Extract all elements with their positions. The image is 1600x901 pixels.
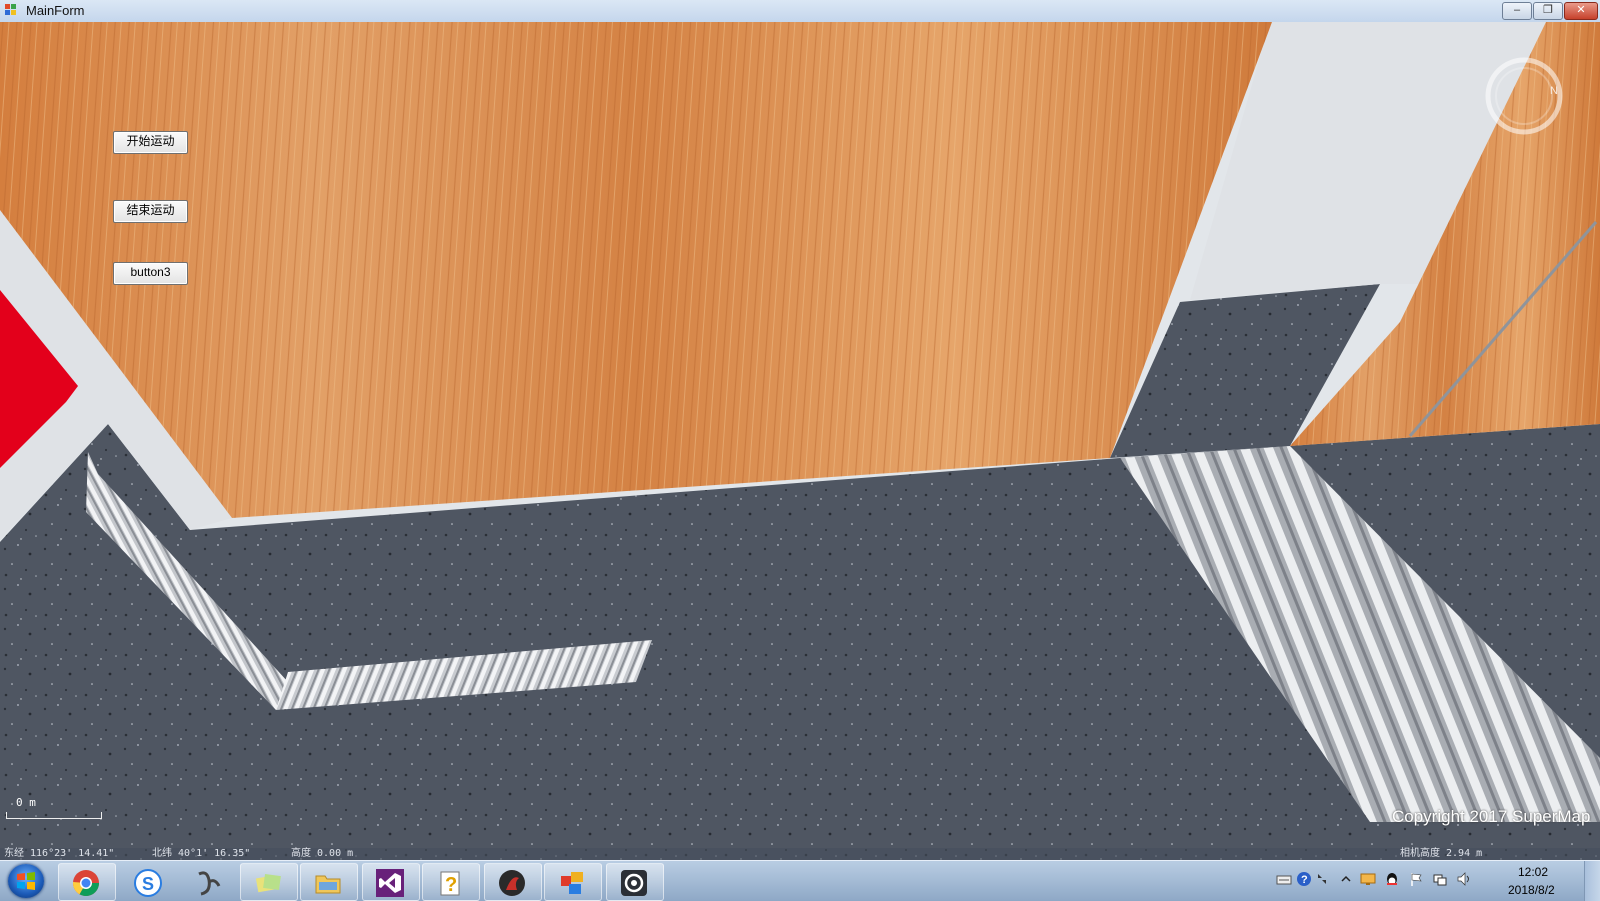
restore-button[interactable]: ❐ [1533,2,1563,20]
action-center-flag-icon[interactable] [1408,871,1424,887]
file-explorer-icon[interactable] [300,863,358,901]
scene-viewport[interactable]: 开始运动 结束运动 button3 N 0 m Copyright 2017 S… [0,22,1600,860]
clock-date[interactable]: 2018/8/2 [1508,883,1555,897]
status-height: 高度 0.00 m [291,848,354,859]
ink-app-icon[interactable] [180,863,238,901]
volume-icon[interactable] [1456,871,1472,887]
monitor-icon[interactable] [1360,871,1376,887]
button3[interactable]: button3 [113,262,188,285]
scene-render [0,22,1600,860]
chrome-icon[interactable] [58,863,116,901]
close-button[interactable]: ✕ [1564,2,1598,20]
svg-text:?: ? [445,874,457,896]
sticky-notes-icon[interactable] [240,863,298,901]
svg-text:?: ? [1301,874,1308,886]
stop-motion-button[interactable]: 结束运动 [113,200,188,223]
scale-bar [6,812,102,819]
keyboard-icon[interactable] [1276,871,1292,887]
status-camera-height: 相机高度 2.94 m [1400,848,1483,859]
qq-icon[interactable] [1384,871,1400,887]
svg-text:S: S [142,874,154,894]
scale-label: 0 m [16,796,36,809]
status-latitude: 北纬 40°1' 16.35" [152,848,251,859]
coordinate-status-bar: 东经 116°23' 14.41" 北纬 40°1' 16.35" 高度 0.0… [0,848,1600,860]
network-icon[interactable] [1432,871,1448,887]
compass-control[interactable]: N [1482,54,1566,138]
clock-time[interactable]: 12:02 [1518,865,1548,879]
window-title-bar[interactable]: MainForm – ❐ ✕ [0,0,1600,23]
copyright-text: Copyright 2017 SuperMap [1392,807,1591,826]
mainform-app-icon[interactable] [606,863,664,901]
supermap-app-icon[interactable] [544,863,602,901]
wood-grain [0,22,1272,518]
show-desktop-button[interactable] [1584,861,1600,901]
compass-north-label: N [1550,85,1558,97]
windows-orb-icon[interactable] [8,864,44,898]
visual-studio-icon[interactable] [362,863,420,901]
start-motion-button[interactable]: 开始运动 [113,131,188,154]
help-icon[interactable]: ? [1296,871,1312,887]
app-icon [5,4,17,16]
media-app-icon[interactable] [484,863,542,901]
status-longitude: 东经 116°23' 14.41" [4,848,115,859]
show-hidden-icon[interactable] [1338,871,1354,887]
sogou-icon[interactable]: S [120,863,178,901]
network-arrows-icon[interactable] [1314,871,1330,887]
window-title: MainForm [26,3,85,18]
help-viewer-icon[interactable]: ? [422,863,480,901]
taskbar: S ? ? 12:02 2018/8/2 [0,860,1600,901]
minimize-button[interactable]: – [1502,2,1532,20]
